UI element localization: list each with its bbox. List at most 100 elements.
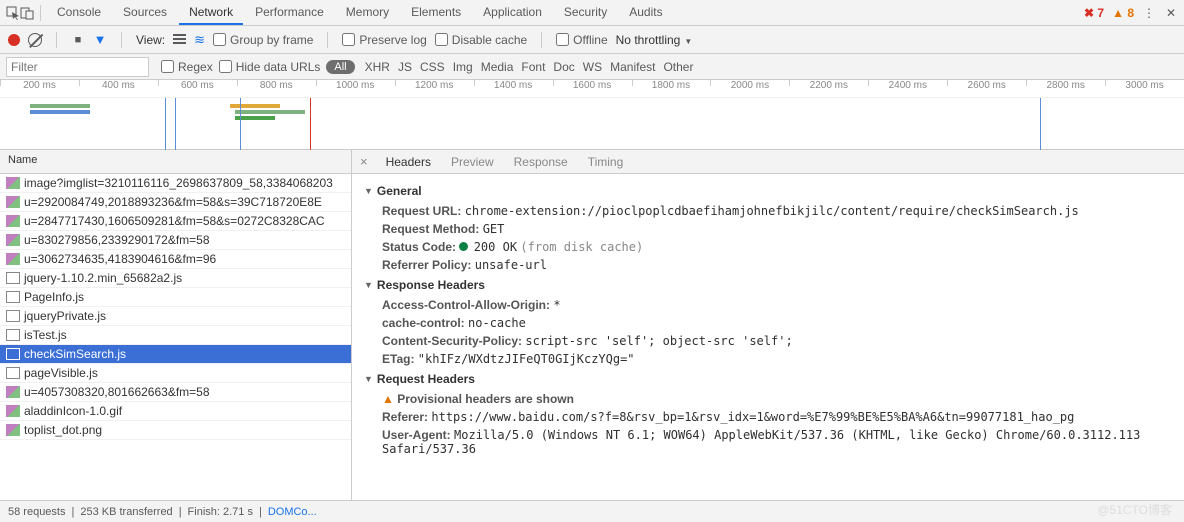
preserve-log-checkbox[interactable]: Preserve log [342,33,426,47]
tab-security[interactable]: Security [554,1,617,25]
filter-type-font[interactable]: Font [517,58,549,76]
filter-type-js[interactable]: JS [394,58,416,76]
inspect-icon[interactable] [6,6,20,20]
image-file-icon [6,177,20,189]
script-file-icon [6,291,20,303]
warning-icon: ▲ [382,392,394,406]
detail-tab-preview[interactable]: Preview [441,151,504,173]
filter-type-css[interactable]: CSS [416,58,449,76]
tab-application[interactable]: Application [473,1,552,25]
timeline-tick: 2800 ms [1026,80,1105,97]
watermark: @51CTO博客 [1097,501,1172,518]
request-row[interactable]: u=2847717430,1606509281&fm=58&s=0272C832… [0,212,351,231]
error-badge[interactable]: ✖ 7 [1084,6,1104,20]
record-button[interactable] [8,34,20,46]
request-name: toplist_dot.png [24,423,102,437]
filter-type-xhr[interactable]: XHR [361,58,394,76]
filter-type-other[interactable]: Other [659,58,697,76]
filter-type-img[interactable]: Img [449,58,477,76]
provisional-headers-warning: Provisional headers are shown [397,392,574,406]
request-headers-section-header[interactable]: Request Headers [364,372,1172,386]
close-devtools-icon[interactable]: ✕ [1164,6,1178,20]
timeline-tick: 400 ms [79,80,158,97]
request-row[interactable]: checkSimSearch.js [0,345,351,364]
offline-checkbox[interactable]: Offline [556,33,607,47]
waterfall-view-icon[interactable]: ≋ [194,32,205,48]
timeline-tick: 2400 ms [868,80,947,97]
timeline-tick: 1000 ms [316,80,395,97]
general-section-header[interactable]: General [364,184,1172,198]
referer-value: https://www.baidu.com/s?f=8&rsv_bp=1&rsv… [431,410,1074,424]
request-row[interactable]: u=2920084749,2018893236&fm=58&s=39C71872… [0,193,351,212]
status-dot-icon [459,242,468,251]
filter-bar: Regex Hide data URLs All XHRJSCSSImgMedi… [0,54,1184,80]
disable-cache-checkbox[interactable]: Disable cache [435,33,527,47]
request-row[interactable]: toplist_dot.png [0,421,351,440]
device-toggle-icon[interactable] [20,6,34,20]
request-row[interactable]: jquery-1.10.2.min_65682a2.js [0,269,351,288]
image-file-icon [6,196,20,208]
close-detail-icon[interactable]: × [352,154,376,169]
detail-tab-headers[interactable]: Headers [376,151,441,173]
image-file-icon [6,234,20,246]
tab-audits[interactable]: Audits [619,1,672,25]
tab-memory[interactable]: Memory [336,1,399,25]
request-name: jquery-1.10.2.min_65682a2.js [24,271,182,285]
tab-elements[interactable]: Elements [401,1,471,25]
request-row[interactable]: pageVisible.js [0,364,351,383]
timeline-tick: 1200 ms [395,80,474,97]
filter-icon[interactable]: ▼ [93,33,107,47]
script-file-icon [6,272,20,284]
timeline-tick: 2600 ms [947,80,1026,97]
request-row[interactable]: aladdinIcon-1.0.gif [0,402,351,421]
timeline-tick: 200 ms [0,80,79,97]
detail-tab-timing[interactable]: Timing [578,151,634,173]
timeline-tick: 600 ms [158,80,237,97]
transferred-size: 253 KB transferred [80,506,172,518]
request-row[interactable]: isTest.js [0,326,351,345]
more-icon[interactable]: ⋮ [1142,6,1156,20]
response-headers-section-header[interactable]: Response Headers [364,278,1172,292]
request-row[interactable]: image?imglist=3210116116_2698637809_58,3… [0,174,351,193]
request-name: u=2847717430,1606509281&fm=58&s=0272C832… [24,214,325,228]
filter-type-media[interactable]: Media [477,58,518,76]
filter-input[interactable] [6,57,149,77]
throttling-dropdown[interactable]: No throttling [616,33,693,47]
request-name: checkSimSearch.js [24,347,126,361]
warning-badge[interactable]: ▲ 8 [1112,6,1134,20]
hide-data-urls-checkbox[interactable]: Hide data URLs [219,60,321,74]
request-row[interactable]: jqueryPrivate.js [0,307,351,326]
image-file-icon [6,215,20,227]
timeline-overview[interactable]: 200 ms400 ms600 ms800 ms1000 ms1200 ms14… [0,80,1184,150]
request-name: u=3062734635,4183904616&fm=96 [24,252,216,266]
request-name: pageVisible.js [24,366,98,380]
filter-type-manifest[interactable]: Manifest [606,58,659,76]
timeline-tick: 800 ms [237,80,316,97]
screenshot-icon[interactable] [71,33,85,47]
tab-console[interactable]: Console [47,1,111,25]
view-label: View: [136,33,165,47]
filter-type-doc[interactable]: Doc [549,58,578,76]
request-name: isTest.js [24,328,67,342]
regex-checkbox[interactable]: Regex [161,60,213,74]
timeline-tick: 1600 ms [553,80,632,97]
request-name: image?imglist=3210116116_2698637809_58,3… [24,176,333,190]
filter-type-all[interactable]: All [326,60,354,74]
tab-performance[interactable]: Performance [245,1,334,25]
name-column-header[interactable]: Name [0,150,351,174]
detail-tab-response[interactable]: Response [504,151,578,173]
clear-button[interactable] [28,33,42,47]
filter-type-ws[interactable]: WS [579,58,606,76]
request-row[interactable]: u=830279856,2339290172&fm=58 [0,231,351,250]
request-row[interactable]: u=3062734635,4183904616&fm=96 [0,250,351,269]
group-by-frame-checkbox[interactable]: Group by frame [213,33,313,47]
tab-network[interactable]: Network [179,1,243,25]
image-file-icon [6,424,20,436]
request-row[interactable]: u=4057308320,801662663&fm=58 [0,383,351,402]
request-count: 58 requests [8,506,65,518]
request-row[interactable]: PageInfo.js [0,288,351,307]
timeline-tick: 1800 ms [632,80,711,97]
tab-sources[interactable]: Sources [113,1,177,25]
request-name: PageInfo.js [24,290,84,304]
list-view-icon[interactable] [173,34,186,45]
